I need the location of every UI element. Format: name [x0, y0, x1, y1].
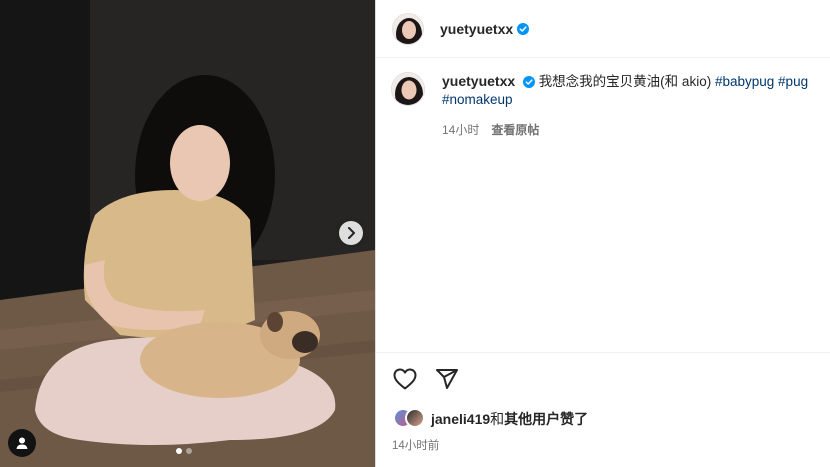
- like-button[interactable]: [392, 366, 418, 392]
- liker-avatars: [393, 408, 427, 430]
- likes-text: janeli419和其他用户赞了: [431, 409, 588, 429]
- instagram-post-modal: yuetyuetxx yuetyuetxx 我想念我的宝贝黄油(和 akio) …: [0, 0, 830, 467]
- carousel-dot: [186, 448, 192, 454]
- liker-username[interactable]: janeli419: [431, 411, 490, 427]
- carousel-indicator: [176, 448, 192, 454]
- other-likers-link[interactable]: 其他用户赞了: [504, 411, 588, 427]
- caption: yuetyuetxx 我想念我的宝贝黄油(和 akio) #babypug #p…: [391, 72, 821, 139]
- actions-divider: [376, 352, 830, 353]
- post-photo: [0, 0, 375, 467]
- post-header: yuetyuetxx: [376, 0, 830, 58]
- post-timestamp[interactable]: 14小时前: [392, 437, 439, 453]
- caption-body: yuetyuetxx 我想念我的宝贝黄油(和 akio) #babypug #p…: [442, 72, 821, 139]
- caption-username[interactable]: yuetyuetxx: [442, 73, 515, 89]
- carousel-dot: [176, 448, 182, 454]
- post-media[interactable]: [0, 0, 375, 467]
- hashtag-link[interactable]: #pug: [778, 74, 808, 89]
- paper-plane-icon: [436, 369, 458, 389]
- verified-badge-icon: [522, 76, 535, 89]
- verified-badge-icon: [517, 22, 530, 35]
- share-button[interactable]: [434, 366, 460, 392]
- header-username[interactable]: yuetyuetxx: [440, 21, 513, 37]
- user-tag-icon: [16, 437, 28, 449]
- likes-summary: janeli419和其他用户赞了: [393, 408, 588, 430]
- caption-meta: 14小时 查看原帖: [442, 121, 821, 139]
- action-bar: [392, 366, 460, 392]
- post-info-panel: yuetyuetxx yuetyuetxx 我想念我的宝贝黄油(和 akio) …: [376, 0, 830, 467]
- avatar-image: [393, 13, 423, 44]
- heart-icon: [393, 368, 417, 390]
- caption-avatar[interactable]: [391, 72, 425, 106]
- chevron-right-icon: [348, 227, 355, 239]
- avatar[interactable]: [405, 408, 425, 428]
- hashtag-link[interactable]: #nomakeup: [442, 92, 513, 107]
- likes-conjunction: 和: [490, 411, 505, 427]
- next-slide-button[interactable]: [339, 221, 363, 245]
- tagged-users-button[interactable]: [8, 429, 36, 457]
- see-original-link[interactable]: 查看原帖: [491, 121, 539, 139]
- caption-text: 我想念我的宝贝黄油(和 akio): [538, 74, 712, 89]
- avatar[interactable]: [392, 12, 424, 45]
- avatar-image: [392, 73, 424, 105]
- hashtag-link[interactable]: #babypug: [715, 74, 774, 89]
- caption-age[interactable]: 14小时: [442, 121, 479, 139]
